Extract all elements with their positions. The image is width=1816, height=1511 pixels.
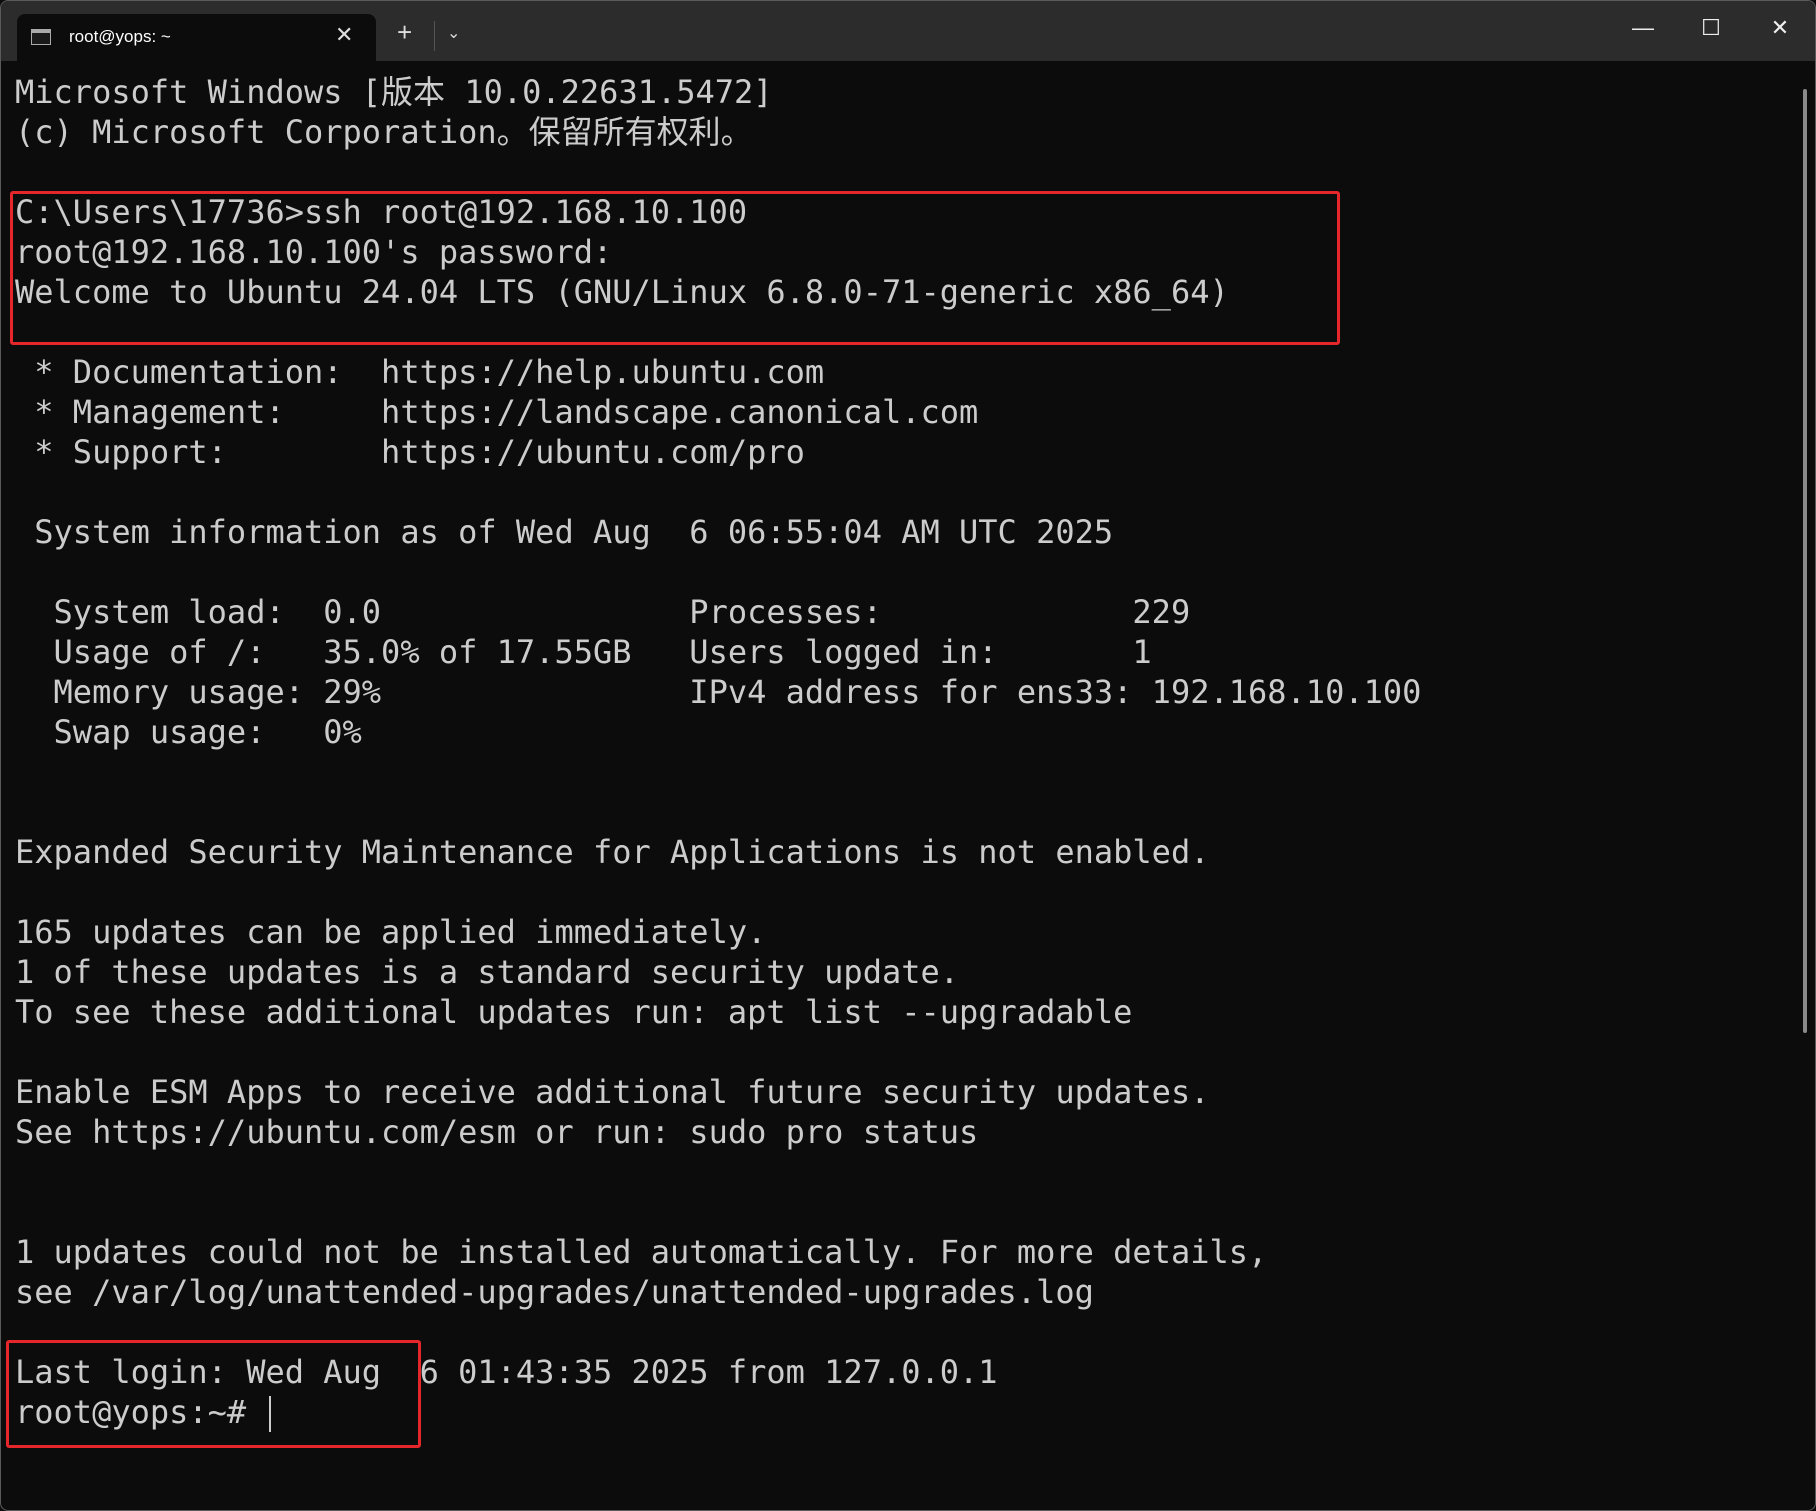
tab-title: root@yops: ~ [69,27,171,47]
highlight-box-ssh-login [10,191,1340,345]
terminal-line [15,1152,1421,1192]
terminal-line: Enable ESM Apps to receive additional fu… [15,1072,1421,1112]
scrollbar[interactable] [1803,89,1807,1033]
terminal-line [15,792,1421,832]
terminal-line: * Support: https://ubuntu.com/pro [15,432,1421,472]
terminal-line: Swap usage: 0% [15,712,1421,752]
terminal-line: 1 updates could not be installed automat… [15,1232,1421,1272]
terminal-line: 165 updates can be applied immediately. [15,912,1421,952]
terminal-line: System information as of Wed Aug 6 06:55… [15,512,1421,552]
terminal-line: Expanded Security Maintenance for Applic… [15,832,1421,872]
close-window-button[interactable]: ✕ [1760,15,1800,41]
title-bar: root@yops: ~ ✕ + ⌄ — ☐ ✕ [1,1,1815,61]
chevron-down-icon[interactable]: ⌄ [447,23,460,43]
terminal-line: (c) Microsoft Corporation。保留所有权利。 [15,112,1421,152]
terminal-line: 1 of these updates is a standard securit… [15,952,1421,992]
tab-root-yops[interactable]: root@yops: ~ ✕ [17,14,376,61]
terminal-line [15,552,1421,592]
terminal-line: * Documentation: https://help.ubuntu.com [15,352,1421,392]
terminal-line: Microsoft Windows [版本 10.0.22631.5472] [15,72,1421,112]
terminal-line: See https://ubuntu.com/esm or run: sudo … [15,1112,1421,1152]
close-tab-icon[interactable]: ✕ [335,22,353,48]
minimize-button[interactable]: — [1623,15,1663,41]
new-tab-button[interactable]: + [397,19,412,45]
terminal-line: * Management: https://landscape.canonica… [15,392,1421,432]
maximize-button[interactable]: ☐ [1691,15,1731,41]
terminal-line [15,152,1421,192]
terminal-line: To see these additional updates run: apt… [15,992,1421,1032]
terminal-icon [31,29,51,45]
terminal-line: Usage of /: 35.0% of 17.55GB Users logge… [15,632,1421,672]
terminal-line: Memory usage: 29% IPv4 address for ens33… [15,672,1421,712]
terminal-line [15,752,1421,792]
terminal-line [15,1032,1421,1072]
terminal-line [15,872,1421,912]
terminal-line: see /var/log/unattended-upgrades/unatten… [15,1272,1421,1312]
terminal-line [15,1192,1421,1232]
terminal-line [15,472,1421,512]
highlight-box-prompt [6,1340,421,1448]
terminal-window: root@yops: ~ ✕ + ⌄ — ☐ ✕ Microsoft Windo… [0,0,1816,1511]
terminal-line: System load: 0.0 Processes: 229 [15,592,1421,632]
divider [434,21,435,51]
